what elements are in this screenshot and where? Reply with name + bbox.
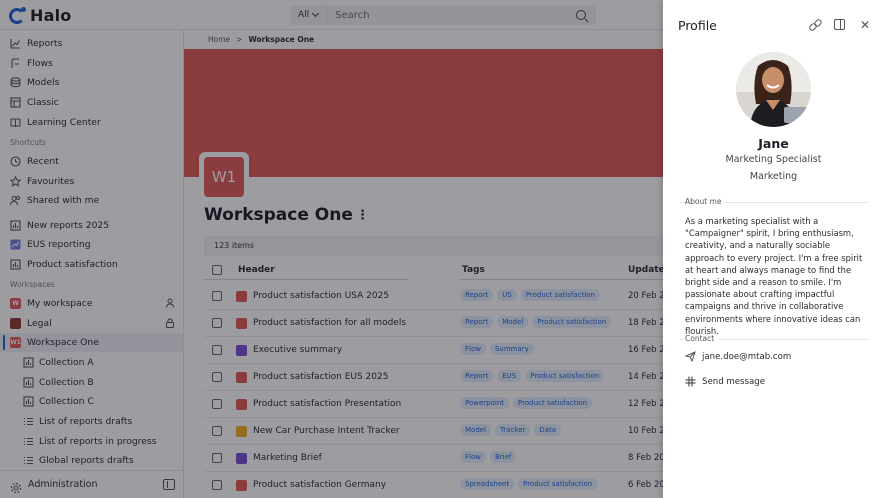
- about-text: As a marketing specialist with a "Campai…: [685, 216, 863, 336]
- email-address: jane.doe@mtab.com: [702, 351, 792, 362]
- panel-title: Profile: [678, 18, 717, 33]
- profile-panel: Profile ✕ Jane Marketing Specialist Mark…: [663, 0, 884, 498]
- send-message-label: Send message: [702, 376, 765, 387]
- profile-role: Marketing Specialist: [725, 154, 822, 165]
- app-window: Halo All Reports Flows Models Classic: [0, 0, 884, 498]
- profile-name: Jane: [758, 136, 789, 151]
- close-icon[interactable]: ✕: [859, 19, 871, 31]
- email-link[interactable]: jane.doe@mtab.com: [685, 351, 791, 362]
- send-message-button[interactable]: Send message: [685, 376, 765, 387]
- side-panel-icon[interactable]: [834, 19, 845, 30]
- modal-overlay[interactable]: [0, 0, 663, 498]
- avatar: [736, 52, 811, 127]
- about-header: About me: [685, 197, 726, 206]
- link-icon[interactable]: [809, 19, 821, 31]
- slack-icon: [685, 376, 696, 387]
- profile-department: Marketing: [749, 171, 798, 182]
- contact-header: Contact: [685, 334, 719, 343]
- send-icon: [685, 351, 696, 362]
